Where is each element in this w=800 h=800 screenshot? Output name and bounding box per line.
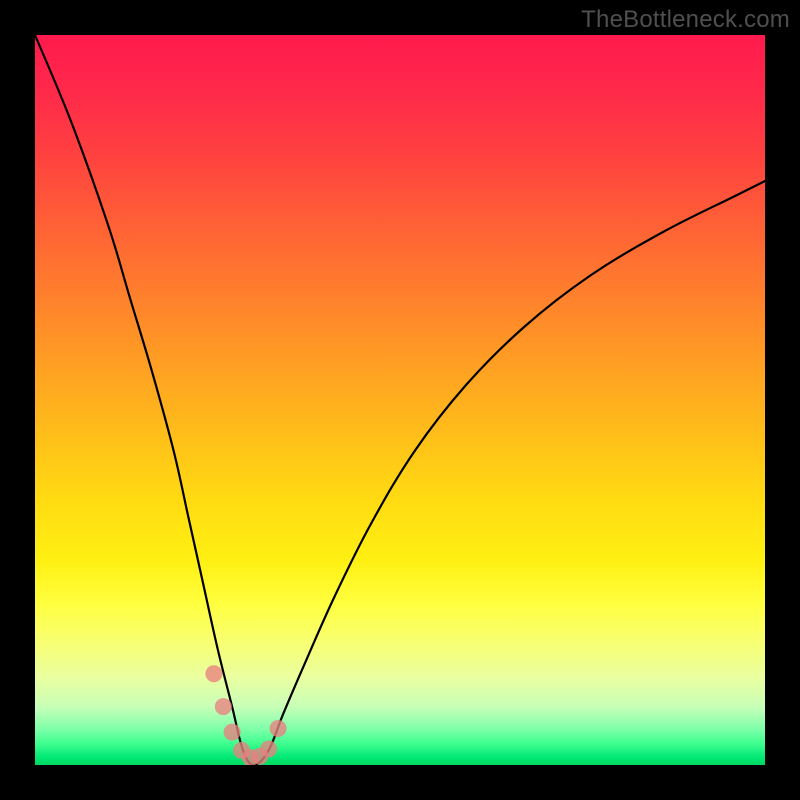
highlight-markers [205,665,286,765]
curve-svg [35,35,765,765]
chart-frame: TheBottleneck.com [0,0,800,800]
plot-area [35,35,765,765]
marker-dot [224,724,241,741]
marker-dot [205,665,222,682]
watermark-text: TheBottleneck.com [581,6,790,34]
marker-dot [270,720,287,737]
marker-dot [260,740,277,757]
marker-dot [215,698,232,715]
bottleneck-curve-path [35,35,765,765]
